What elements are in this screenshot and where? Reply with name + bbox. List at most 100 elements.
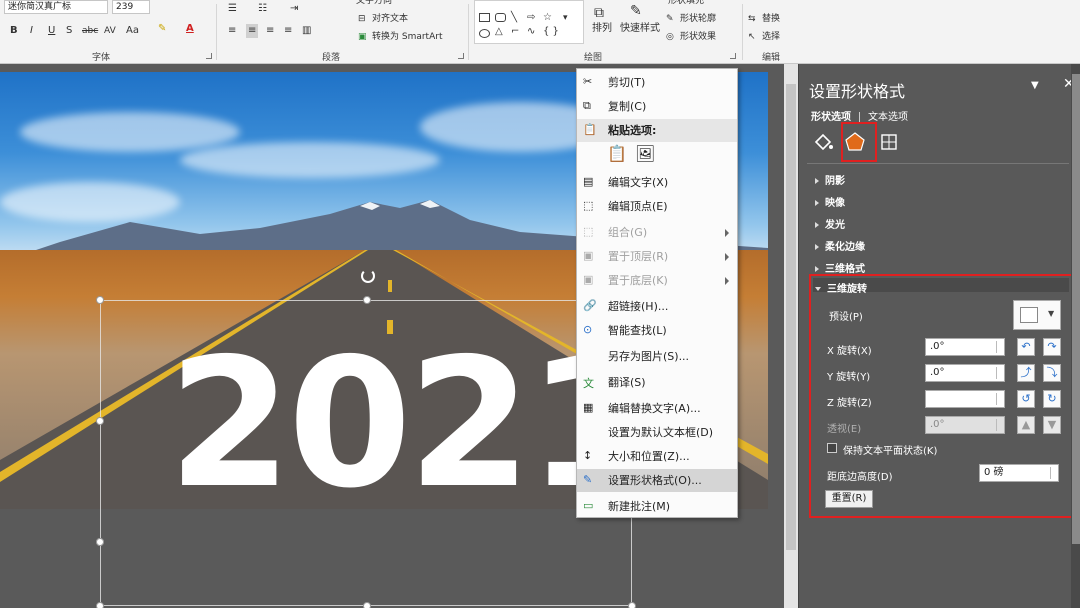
menu-item-new-comment[interactable]: ▭ 新建批注(M) [577,495,737,518]
paste-keep-text-icon[interactable]: 📋 [607,144,627,163]
paragraph-dialog-launcher-icon[interactable] [458,53,464,59]
section-shadow[interactable]: 阴影 [815,172,845,187]
bullets-icon[interactable]: ☰ [228,2,237,16]
perspective-decrease-icon[interactable]: ▼ [1043,416,1061,434]
menu-item-hyperlink[interactable]: 🔗 超链接(H)... [577,295,737,318]
shape-fill-button[interactable]: 形状填充 [668,0,704,8]
arrow-shape-icon[interactable]: ⇨ [527,11,535,25]
change-case-button[interactable]: Aa [126,24,139,38]
distribute-icon[interactable]: ▥ [302,24,311,38]
spinner-arrows-icon[interactable] [996,367,1002,379]
convert-smartart-button[interactable]: 转换为 SmartArt [372,30,442,44]
brace-shape-icon[interactable]: { } [543,25,559,39]
x-rotate-right-icon[interactable]: ↷ [1043,338,1061,356]
oval-shape-icon[interactable] [479,29,490,38]
elbow-shape-icon[interactable]: ⌐ [511,25,519,39]
resize-handle[interactable] [363,602,371,608]
scrollbar-thumb[interactable] [786,84,796,550]
quick-styles-button[interactable]: 快速样式 [620,22,660,36]
z-rotation-input[interactable] [925,390,1005,408]
gallery-more-icon[interactable]: ▾ [563,11,568,25]
star-shape-icon[interactable]: ☆ [543,11,552,25]
strikethrough-button[interactable]: abc [82,24,98,38]
font-size-select[interactable]: 239 [112,0,150,14]
resize-handle[interactable] [363,296,371,304]
arrange-button[interactable]: 排列 [592,22,612,36]
section-3d-rotation[interactable]: 三维旋转 [815,280,867,295]
spinner-arrows-icon[interactable] [996,341,1002,353]
section-reflection[interactable]: 映像 [815,194,845,209]
y-rotate-up-icon[interactable]: ⤴ [1017,364,1035,382]
shape-outline-button[interactable]: 形状轮廓 [680,12,716,26]
align-left-icon[interactable]: ≡ [228,24,238,38]
pane-scrollbar-thumb[interactable] [1072,74,1080,544]
menu-item-cut[interactable]: ✂ 剪切(T) [577,71,737,94]
menu-item-send-back[interactable]: ▣ 置于底层(K) [577,269,737,292]
spinner-arrows-icon[interactable] [996,419,1002,431]
rounded-rect-shape-icon[interactable] [495,13,506,22]
section-3d-format[interactable]: 三维格式 [815,260,865,275]
resize-handle[interactable] [628,602,636,608]
pane-options-dropdown-icon[interactable]: ▼ [1031,80,1039,91]
menu-item-size-position[interactable]: ↕ 大小和位置(Z)... [577,445,737,468]
line-shape-icon[interactable]: ╲ [511,11,517,25]
font-name-select[interactable]: 迷你简汉真广标 [4,0,108,14]
preset-dropdown[interactable]: ▼ [1013,300,1061,330]
z-rotate-ccw-icon[interactable]: ↺ [1017,390,1035,408]
paste-picture-icon[interactable]: 🖼 [635,144,655,163]
bold-button[interactable]: B [10,24,18,38]
menu-item-edit-text[interactable]: ▤ 编辑文字(X) [577,171,737,194]
font-dialog-launcher-icon[interactable] [206,53,212,59]
justify-icon[interactable]: ≡ [284,24,292,38]
section-soft-edges[interactable]: 柔化边缘 [815,238,865,253]
reset-button[interactable]: 重置(R) [825,490,873,508]
spinner-arrows-icon[interactable] [1050,467,1056,479]
menu-item-edit-points[interactable]: ⬚ 编辑顶点(E) [577,195,737,218]
align-center-icon[interactable]: ≡ [246,24,259,38]
triangle-shape-icon[interactable]: △ [495,25,503,39]
replace-button[interactable]: 替换 [762,12,780,26]
spinner-arrows-icon[interactable] [996,393,1002,405]
align-right-icon[interactable]: ≡ [266,24,274,38]
menu-item-alt-text[interactable]: ▦ 编辑替换文字(A)... [577,397,737,420]
shape-effects-button[interactable]: 形状效果 [680,30,716,44]
underline-button[interactable]: U [48,24,55,38]
menu-item-set-default-textbox[interactable]: 设置为默认文本框(D) [577,421,737,444]
x-rotation-input[interactable]: .0° [925,338,1005,356]
menu-item-format-shape[interactable]: ✎ 设置形状格式(O)... [577,469,737,492]
curve-shape-icon[interactable]: ∿ [527,25,535,39]
menu-item-copy[interactable]: ⧉ 复制(C) [577,95,737,118]
drawing-dialog-launcher-icon[interactable] [730,53,736,59]
resize-handle[interactable] [96,602,104,608]
indent-icon[interactable]: ⇥ [290,2,298,16]
resize-handle[interactable] [96,296,104,304]
menu-item-group[interactable]: ⬚ 组合(G) [577,221,737,244]
menu-item-translate[interactable]: 文 翻译(S) [577,371,737,394]
size-properties-icon[interactable] [877,130,901,154]
y-rotation-input[interactable]: .0° [925,364,1005,382]
text-direction-button[interactable]: 文字方向 [356,0,392,8]
shapes-gallery[interactable]: △ ╲ ⌐ ⇨ ∿ ☆ { } ▾ [474,0,584,44]
perspective-input[interactable]: .0° [925,416,1005,434]
numbering-icon[interactable]: ☷ [258,2,267,16]
highlight-color-icon[interactable]: ✎ [158,22,166,36]
fill-line-icon[interactable] [811,130,835,154]
resize-handle[interactable] [96,538,104,546]
font-color-icon[interactable]: A [186,22,194,36]
perspective-increase-icon[interactable]: ▲ [1017,416,1035,434]
menu-item-bring-front[interactable]: ▣ 置于顶层(R) [577,245,737,268]
section-glow[interactable]: 发光 [815,216,845,231]
z-rotate-cw-icon[interactable]: ↻ [1043,390,1061,408]
rectangle-shape-icon[interactable] [479,13,490,22]
menu-item-save-as-picture[interactable]: 另存为图片(S)... [577,345,737,368]
menu-item-smart-lookup[interactable]: ⊙ 智能查找(L) [577,319,737,342]
keep-text-flat-checkbox[interactable] [827,443,837,453]
align-text-button[interactable]: 对齐文本 [372,12,408,26]
x-rotate-left-icon[interactable]: ↶ [1017,338,1035,356]
char-spacing-button[interactable]: AV [104,24,116,38]
y-rotate-down-icon[interactable]: ⤵ [1043,364,1061,382]
shadow-button[interactable]: S [66,24,72,38]
distance-from-ground-input[interactable]: 0 磅 [979,464,1059,482]
select-button[interactable]: 选择 [762,30,780,44]
rotate-handle-icon[interactable] [361,269,375,283]
